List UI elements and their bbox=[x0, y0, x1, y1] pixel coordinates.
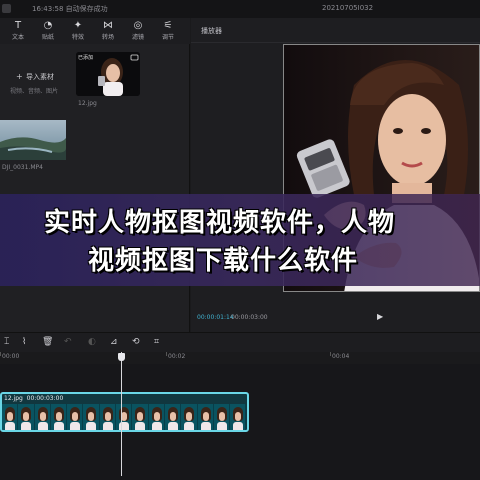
select-tool-icon[interactable]: ⌶ bbox=[4, 337, 9, 347]
clip-frame bbox=[67, 404, 84, 430]
tab-text-label: 文本 bbox=[11, 34, 24, 41]
playhead-line[interactable] bbox=[121, 352, 122, 476]
clip-frame bbox=[230, 404, 247, 430]
media-thumb-video[interactable] bbox=[0, 120, 66, 160]
tab-filter[interactable]: ◎ 滤镜 bbox=[124, 20, 152, 42]
play-button[interactable]: ▶ bbox=[377, 312, 383, 321]
tab-effects-label: 特效 bbox=[71, 34, 84, 41]
video-thumbnail bbox=[0, 120, 66, 160]
clip-frame bbox=[197, 404, 214, 430]
tab-adjust[interactable]: ⚟ 调节 bbox=[154, 20, 182, 42]
mirror-icon[interactable]: ⊿ bbox=[110, 337, 118, 347]
timeline-toolbar: ⌶ ⌇ 🗑︎ ↶ ◐ ⊿ ⟲ ⌗ bbox=[0, 332, 480, 352]
text-icon: T bbox=[14, 20, 22, 31]
ruler-tick bbox=[166, 352, 167, 356]
clip-frame bbox=[18, 404, 35, 430]
project-title: 20210705I032 bbox=[322, 4, 374, 12]
tab-adjust-label: 调节 bbox=[161, 34, 174, 41]
timeline-ruler[interactable]: 00:00 00:02 00:04 bbox=[0, 352, 480, 364]
import-media-button[interactable]: + 导入素材 视频、音频、图片 bbox=[10, 70, 70, 110]
clip-frame bbox=[181, 404, 198, 430]
crop-icon[interactable]: ⌗ bbox=[154, 337, 159, 347]
tab-sticker[interactable]: ◔ 贴纸 bbox=[34, 20, 62, 42]
clip-name: 12.jpg bbox=[4, 395, 23, 402]
total-time: 00:00:03:00 bbox=[231, 314, 268, 321]
clip-frame bbox=[99, 404, 117, 430]
tab-transition-label: 转场 bbox=[101, 34, 114, 41]
banner-line-2: 视频抠图下载什么软件 bbox=[88, 246, 359, 276]
ruler-tick bbox=[0, 352, 1, 356]
reverse-icon[interactable]: ◐ bbox=[88, 337, 96, 347]
title-banner: 实时人物抠图视频软件，人物 视频抠图下载什么软件 bbox=[0, 194, 480, 286]
playhead-handle[interactable] bbox=[118, 353, 125, 361]
clip-frame bbox=[213, 404, 231, 430]
tab-text[interactable]: T 文本 bbox=[4, 20, 32, 42]
import-label: 导入素材 bbox=[26, 73, 54, 81]
clip-frame bbox=[34, 404, 51, 430]
filter-icon: ◎ bbox=[133, 20, 143, 31]
resource-toolbar: T 文本 ◔ 贴纸 ✦ 特效 ⋈ 转场 ◎ 滤镜 ⚟ 调节 bbox=[0, 18, 190, 44]
banner-line-1: 实时人物抠图视频软件，人物 bbox=[44, 208, 396, 238]
rotate-icon[interactable]: ⟲ bbox=[132, 337, 140, 347]
track-area: 12.jpg 00:00:03:00 bbox=[0, 364, 480, 480]
delete-icon[interactable]: 🗑︎ bbox=[42, 337, 53, 347]
player-title: 播放器 bbox=[201, 27, 222, 35]
clip-frame bbox=[116, 404, 133, 430]
import-hint: 视频、音频、图片 bbox=[10, 88, 59, 95]
tab-effects[interactable]: ✦ 特效 bbox=[64, 20, 92, 42]
clip-duration: 00:00:03:00 bbox=[26, 395, 64, 402]
ruler-label: 00:04 bbox=[332, 353, 350, 360]
top-bar: 16:43:58 自动保存成功 20210705I032 bbox=[0, 0, 480, 18]
tab-filter-label: 滤镜 bbox=[131, 34, 144, 41]
ruler-tick bbox=[330, 352, 331, 356]
clip-frames bbox=[2, 404, 247, 430]
divider bbox=[191, 42, 480, 43]
transition-icon: ⋈ bbox=[103, 20, 113, 31]
undo-icon[interactable]: ↶ bbox=[64, 337, 72, 347]
ruler-label: 00:02 bbox=[168, 353, 186, 360]
added-tag: 已添加 bbox=[78, 55, 94, 61]
clip-label: 12.jpg 00:00:03:00 bbox=[4, 395, 63, 402]
clip-frame bbox=[50, 404, 68, 430]
adjust-icon: ⚟ bbox=[163, 20, 173, 31]
photo-filename: 12.jpg bbox=[78, 100, 97, 107]
clip-frame bbox=[132, 404, 149, 430]
media-thumb-photo[interactable]: 已添加 bbox=[76, 52, 140, 96]
video-filename: DJI_0031.MP4 bbox=[2, 164, 43, 171]
ruler-label: 00:00 bbox=[2, 353, 20, 360]
tab-transition[interactable]: ⋈ 转场 bbox=[94, 20, 122, 42]
split-icon[interactable]: ⌇ bbox=[22, 337, 26, 347]
clip-frame bbox=[83, 404, 100, 430]
autosave-status: 16:43:58 自动保存成功 bbox=[32, 5, 108, 13]
current-time: 00:00:01:14 bbox=[197, 314, 234, 321]
app-logo[interactable] bbox=[2, 4, 11, 13]
media-panel: + 导入素材 视频、音频、图片 已添加 12.jpg DJI_0031.MP4 bbox=[0, 44, 190, 332]
tab-sticker-label: 贴纸 bbox=[41, 34, 54, 41]
plus-icon: + bbox=[16, 72, 23, 81]
clip-frame bbox=[2, 404, 19, 430]
timeline-clip[interactable]: 12.jpg 00:00:03:00 bbox=[0, 392, 249, 432]
effects-icon: ✦ bbox=[73, 20, 83, 31]
clip-frame bbox=[164, 404, 182, 430]
clip-frame bbox=[148, 404, 165, 430]
sticker-icon: ◔ bbox=[43, 20, 53, 31]
